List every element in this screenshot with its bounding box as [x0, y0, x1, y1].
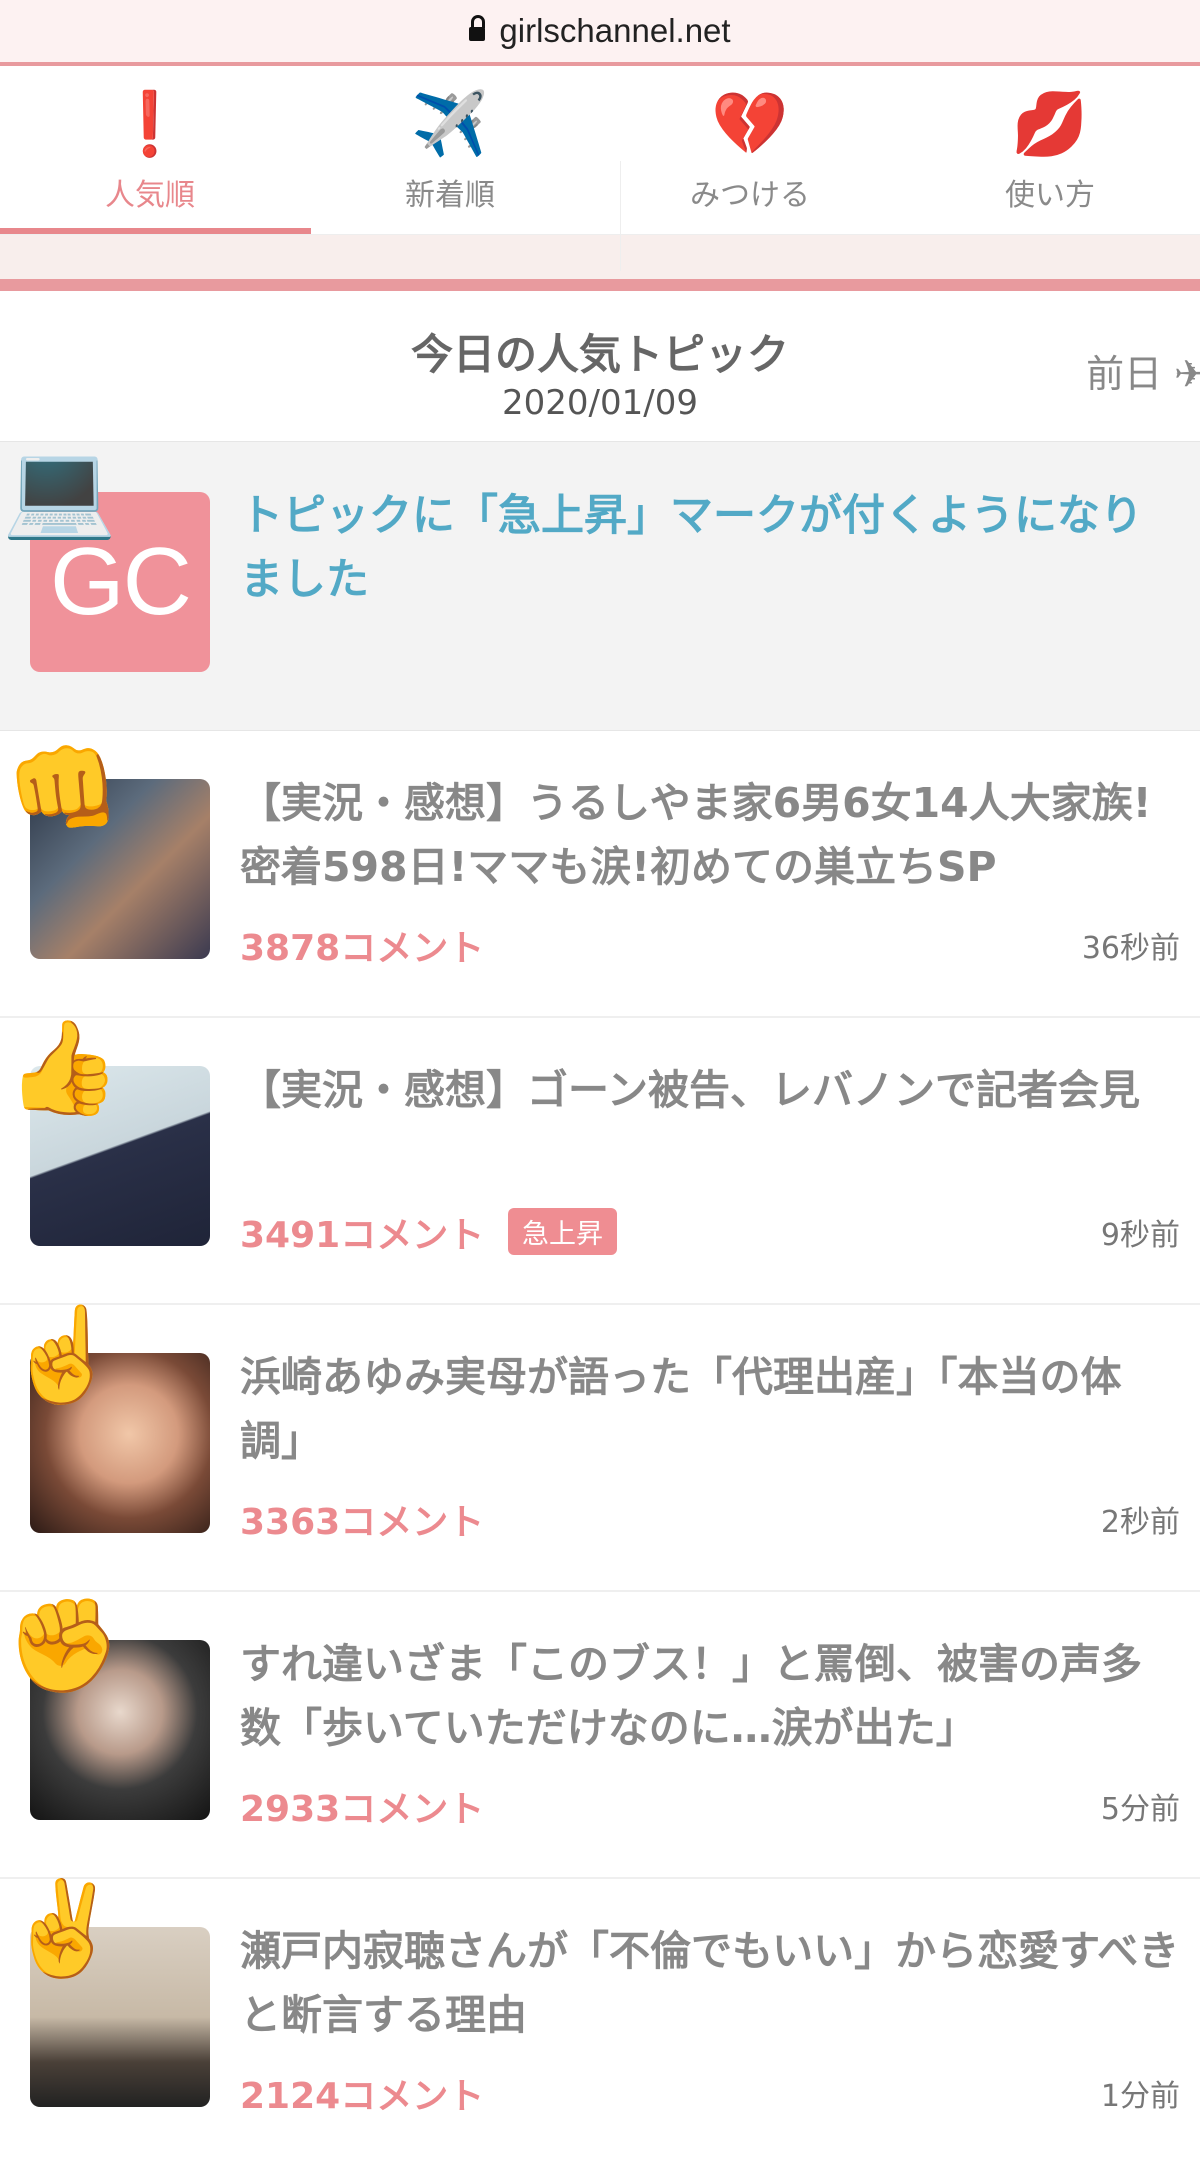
- tab-new[interactable]: ✈️ 新着順: [300, 66, 600, 234]
- tab-label: 新着順: [405, 178, 495, 213]
- raised-fist-icon: ✊: [6, 1592, 121, 1699]
- tab-label: 人気順: [105, 178, 195, 213]
- tab-label: 使い方: [1005, 178, 1095, 213]
- comment-count: 2124コメント: [240, 2076, 485, 2117]
- topic-title[interactable]: 【実況・感想】うるしやま家6男6女14人大家族!密着598日!ママも涙!初めての…: [240, 771, 1180, 899]
- comment-count: 2933コメント: [240, 1789, 485, 1830]
- tab-howto[interactable]: 💋 使い方: [900, 66, 1200, 234]
- tab-discover[interactable]: 💔 みつける: [600, 66, 900, 234]
- comment-count: 3363コメント: [240, 1502, 485, 1543]
- topic-item[interactable]: 👊 【実況・感想】うるしやま家6男6女14人大家族!密着598日!ママも涙!初め…: [0, 731, 1200, 1018]
- section-title: 今日の人気トピック: [410, 330, 789, 379]
- tab-label: みつける: [690, 178, 810, 213]
- topic-time: 1分前: [1100, 2079, 1180, 2114]
- topic-item[interactable]: ✊ すれ違いざま「このブス！」と罵倒、被害の声多数「歩いていただけなのに…涙が出…: [0, 1592, 1200, 1879]
- topic-time: 2秒前: [1100, 1505, 1180, 1540]
- airplane-icon: ✈️: [411, 87, 489, 160]
- active-tab-indicator: [0, 228, 311, 234]
- topic-time: 36秒前: [1081, 931, 1180, 966]
- comment-count: 3491コメント: [240, 1215, 485, 1256]
- topic-title[interactable]: 瀬戸内寂聴さんが「不倫でもいい」から恋愛すべきと断言する理由: [240, 1919, 1180, 2047]
- laptop-icon: 💻: [2, 436, 117, 543]
- pointing-up-icon: ☝️: [6, 1301, 121, 1408]
- topic-time: 5分前: [1100, 1792, 1180, 1827]
- browser-url-bar[interactable]: girlschannel.net: [0, 0, 1200, 66]
- topic-item[interactable]: ✌️ 瀬戸内寂聴さんが「不倫でもいい」から恋愛すべきと断言する理由 2124コメ…: [0, 1879, 1200, 2164]
- broken-heart-icon: 💔: [711, 87, 789, 160]
- topic-item[interactable]: 👍 【実況・感想】ゴーン被告、レバノンで記者会見 3491コメント 急上昇 9秒…: [0, 1018, 1200, 1305]
- url-text: girlschannel.net: [499, 12, 731, 49]
- tab-popular[interactable]: ❗ 人気順: [0, 66, 300, 234]
- notice-title[interactable]: トピックに「急上昇」マークが付くようになりました: [240, 484, 1170, 612]
- exclamation-icon: ❗: [111, 87, 189, 160]
- tab-bar: ❗ 人気順 ✈️ 新着順 💔 みつける 💋 使い方: [0, 66, 1200, 271]
- notice-item[interactable]: GC 💻 トピックに「急上昇」マークが付くようになりました: [0, 436, 1200, 731]
- topic-title[interactable]: 【実況・感想】ゴーン被告、レバノンで記者会見: [240, 1058, 1180, 1122]
- topic-title[interactable]: すれ違いざま「このブス！」と罵倒、被害の声多数「歩いていただけなのに…涙が出た」: [240, 1632, 1180, 1760]
- victory-hand-icon: ✌️: [6, 1875, 121, 1982]
- lock-icon: [469, 15, 486, 41]
- topic-time: 9秒前: [1100, 1218, 1180, 1253]
- thumbs-up-icon: 👍: [6, 1014, 121, 1121]
- previous-day-link[interactable]: 前日 ✈: [1086, 343, 1200, 398]
- fist-icon: 👊: [6, 735, 121, 842]
- section-header: 今日の人気トピック 2020/01/09 前日 ✈: [0, 291, 1200, 442]
- section-date: 2020/01/09: [502, 383, 698, 423]
- comment-count: 3878コメント: [240, 928, 485, 969]
- tab-divider: [620, 161, 621, 271]
- trending-badge: 急上昇: [508, 1208, 617, 1255]
- kiss-mark-icon: 💋: [1011, 87, 1089, 160]
- topic-title[interactable]: 浜崎あゆみ実母が語った「代理出産」「本当の体調」: [240, 1345, 1180, 1473]
- pink-divider-band: [0, 235, 1200, 291]
- topic-item[interactable]: ☝️ 浜崎あゆみ実母が語った「代理出産」「本当の体調」 3363コメント 2秒前: [0, 1305, 1200, 1592]
